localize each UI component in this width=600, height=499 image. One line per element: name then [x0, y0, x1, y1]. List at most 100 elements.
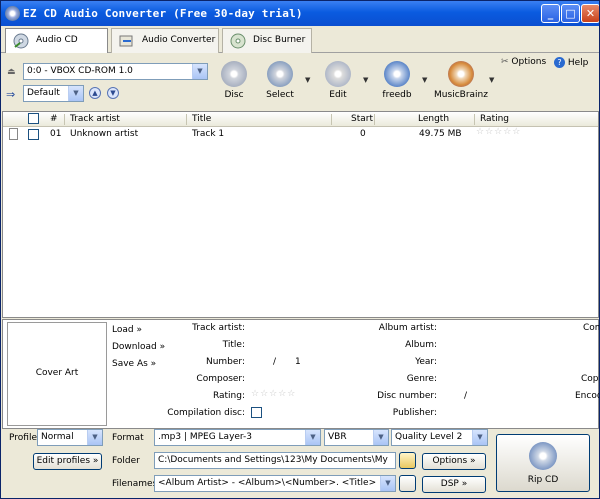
- edit-profiles-button[interactable]: Edit profiles »: [33, 453, 102, 470]
- folder-field[interactable]: C:\Documents and Settings\123\My Documen…: [154, 452, 396, 469]
- select-icon: [267, 61, 293, 87]
- toolbar: ⏏ 0:0 - VBOX CD-ROM 1.0 ▼ ⇒ Default ▼ ▲ …: [1, 53, 599, 109]
- edit-icon: [325, 61, 351, 87]
- title-bar[interactable]: EZ CD Audio Converter (Free 30-day trial…: [1, 1, 599, 26]
- disc-icon: [221, 61, 247, 87]
- album-artist-label: Album artist:: [378, 323, 437, 333]
- cover-art[interactable]: Cover Art: [7, 322, 107, 426]
- help-icon: ?: [554, 57, 565, 68]
- rating-label: Rating:: [212, 391, 245, 401]
- freedb-dropdown-icon[interactable]: ▼: [422, 76, 427, 84]
- col-num[interactable]: #: [50, 114, 58, 124]
- quality-select[interactable]: Quality Level 2 ▼: [391, 429, 488, 446]
- chevron-down-icon: ▼: [373, 430, 388, 445]
- col-start[interactable]: Start: [351, 114, 373, 124]
- options-button[interactable]: Options »: [422, 453, 486, 470]
- tab-disc-burner[interactable]: Disc Burner: [222, 28, 312, 53]
- number-separator: /: [273, 357, 277, 367]
- folder-value: C:\Documents and Settings\123\My Documen…: [158, 455, 388, 465]
- col-rating[interactable]: Rating: [480, 114, 509, 124]
- year-label: Year:: [415, 357, 437, 367]
- select-button[interactable]: Select: [255, 61, 305, 107]
- col-length[interactable]: Length: [418, 114, 449, 124]
- track-list: # Track artist Title Start Length Rating…: [2, 111, 599, 318]
- musicbrainz-button[interactable]: MusicBrainz: [433, 61, 489, 107]
- edit-label: Edit: [329, 90, 347, 100]
- format-label: Format: [112, 433, 144, 443]
- help-link[interactable]: ? Help: [554, 57, 588, 68]
- download-link[interactable]: Download »: [112, 342, 165, 352]
- disc-number-separator: /: [464, 391, 468, 401]
- tools-icon: ✂: [501, 57, 509, 67]
- select-label: Select: [266, 90, 294, 100]
- freedb-button[interactable]: freedb: [372, 61, 422, 107]
- drive-select[interactable]: 0:0 - VBOX CD-ROM 1.0 ▼: [23, 63, 208, 80]
- minimize-button[interactable]: _: [541, 4, 560, 23]
- move-down-icon[interactable]: ▼: [107, 87, 119, 99]
- app-window: EZ CD Audio Converter (Free 30-day trial…: [0, 0, 600, 499]
- eject-icon[interactable]: ⏏: [7, 67, 16, 77]
- close-button[interactable]: ✕: [581, 4, 599, 23]
- col-title[interactable]: Title: [192, 114, 211, 124]
- file-icon: [9, 128, 18, 140]
- browse-folder-icon[interactable]: [399, 452, 416, 469]
- tab-label: Audio Converter: [142, 35, 216, 45]
- compilation-checkbox[interactable]: [251, 407, 262, 418]
- filenames-select[interactable]: <Album Artist> - <Album>\<Number>. <Titl…: [154, 475, 396, 492]
- preset-select[interactable]: Default ▼: [23, 85, 84, 102]
- preset-value: Default: [27, 88, 60, 98]
- musicbrainz-label: MusicBrainz: [434, 90, 488, 100]
- move-up-icon[interactable]: ▲: [89, 87, 101, 99]
- edit-filename-icon[interactable]: [399, 475, 416, 492]
- chevron-down-icon: ▼: [68, 86, 83, 101]
- cd-ripper-icon: [13, 33, 29, 49]
- track-rating-stars[interactable]: ☆☆☆☆☆: [476, 127, 521, 137]
- profile-select[interactable]: Normal ▼: [37, 429, 103, 446]
- track-list-header: # Track artist Title Start Length Rating: [3, 112, 598, 127]
- number-total[interactable]: 1: [295, 357, 301, 367]
- drive-value: 0:0 - VBOX CD-ROM 1.0: [27, 66, 133, 76]
- filenames-label: Filenames: [112, 479, 158, 489]
- edit-button[interactable]: Edit: [313, 61, 363, 107]
- metadata-panel: Cover Art Load » Download » Save As » Tr…: [2, 319, 599, 429]
- album-label: Album:: [405, 340, 437, 350]
- musicbrainz-icon: [448, 61, 474, 87]
- save-as-link[interactable]: Save As »: [112, 359, 156, 369]
- tab-audio-converter[interactable]: Audio Converter: [111, 28, 219, 53]
- maximize-button[interactable]: □: [561, 4, 580, 23]
- disc-button[interactable]: Disc: [209, 61, 259, 107]
- rating-stars[interactable]: ☆☆☆☆☆: [251, 389, 296, 399]
- tab-audio-cd-ripper[interactable]: Audio CD Ripper: [5, 28, 108, 68]
- track-number: 01: [50, 129, 62, 139]
- copyright-label: Copy: [581, 374, 599, 384]
- track-start: 0: [360, 129, 366, 139]
- genre-label: Genre:: [406, 374, 437, 384]
- format-select[interactable]: .mp3 | MPEG Layer-3 ▼: [154, 429, 321, 446]
- burner-icon: [230, 33, 246, 49]
- table-row[interactable]: 01 Unknown artist Track 1 0 49.75 MB ☆☆☆…: [3, 127, 598, 143]
- options-link[interactable]: ✂ Options: [501, 57, 546, 67]
- bitrate-mode-select[interactable]: VBR ▼: [324, 429, 389, 446]
- title-label: Title:: [222, 340, 245, 350]
- track-artist: Unknown artist: [70, 129, 139, 139]
- publisher-label: Publisher:: [392, 408, 437, 418]
- profile-label: Profile: [9, 433, 37, 443]
- col-track-artist[interactable]: Track artist: [70, 114, 120, 124]
- options-label: Options: [511, 57, 547, 67]
- rip-cd-button[interactable]: Rip CD: [496, 434, 590, 492]
- edit-dropdown-icon[interactable]: ▼: [363, 76, 368, 84]
- profile-value: Normal: [41, 432, 74, 442]
- chevron-down-icon: ▼: [87, 430, 102, 445]
- musicbrainz-dropdown-icon[interactable]: ▼: [489, 76, 494, 84]
- track-checkbox[interactable]: [28, 129, 39, 140]
- chevron-down-icon: ▼: [192, 64, 207, 79]
- composer-label: Composer:: [196, 374, 245, 384]
- encoder-label: Encod: [575, 391, 600, 401]
- load-link[interactable]: Load »: [112, 325, 142, 335]
- dsp-button[interactable]: DSP »: [422, 476, 486, 493]
- arrow-right-icon: ⇒: [6, 88, 16, 101]
- help-label: Help: [567, 58, 589, 68]
- converter-icon: [119, 35, 133, 47]
- select-dropdown-icon[interactable]: ▼: [305, 76, 310, 84]
- select-all-checkbox[interactable]: [28, 113, 39, 124]
